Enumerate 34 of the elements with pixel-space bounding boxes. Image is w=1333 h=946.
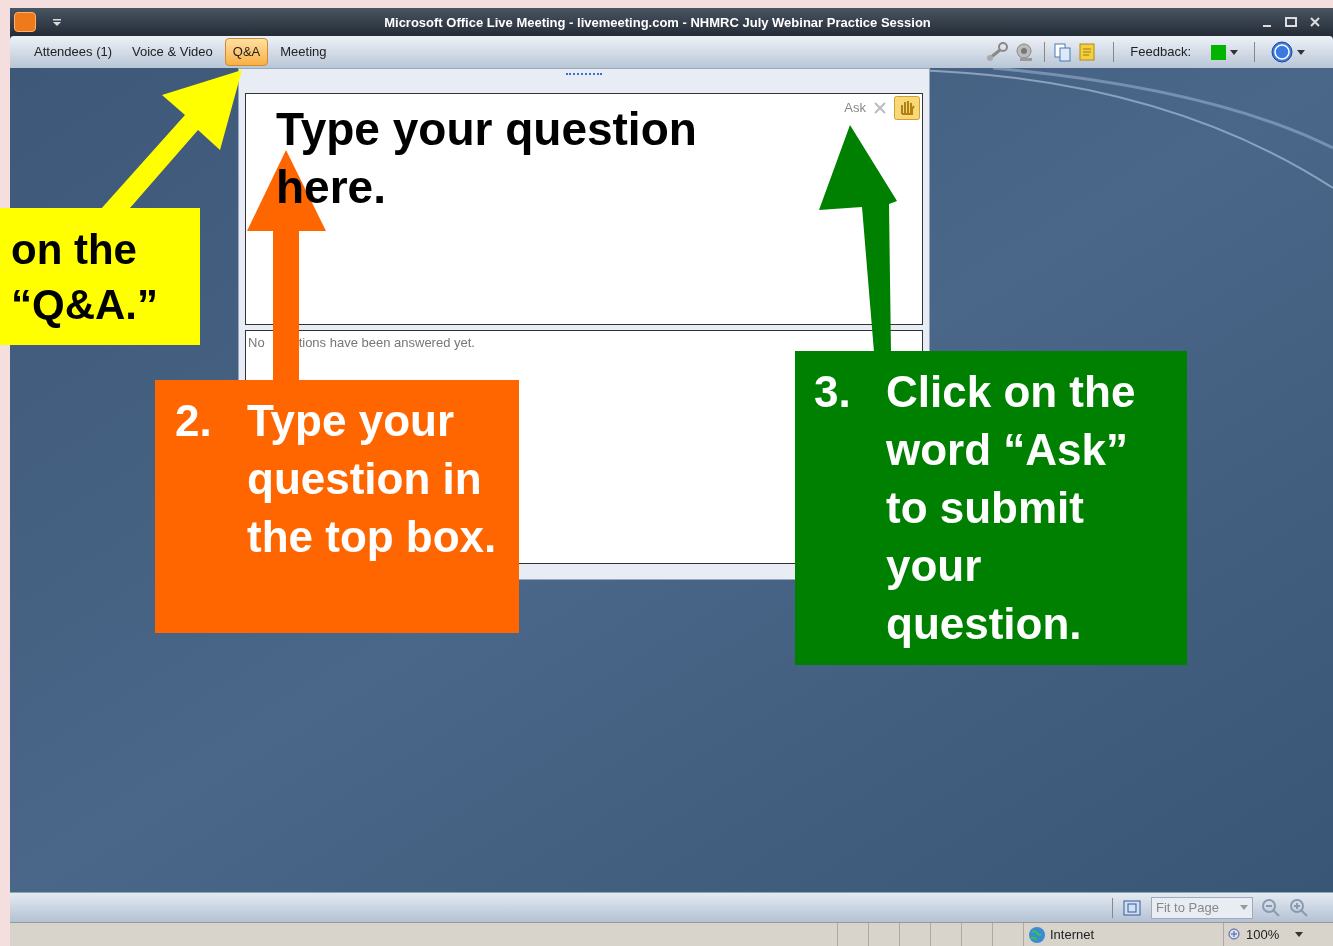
callout-text: Type your question in the top box. (247, 395, 497, 563)
ask-button[interactable]: Ask (844, 98, 866, 118)
maximize-icon[interactable] (1285, 16, 1297, 28)
globe-icon (1028, 925, 1046, 944)
fit-screen-icon[interactable] (1121, 897, 1143, 918)
zoom-level-text: 100% (1246, 925, 1280, 944)
caret-icon (1230, 49, 1238, 55)
zoom-out-icon[interactable] (1261, 897, 1281, 918)
zoom-in-icon[interactable] (1289, 897, 1309, 918)
menu-tab[interactable]: Meeting (272, 38, 335, 66)
feedback-dropdown[interactable] (1211, 44, 1238, 60)
app-logo-icon (14, 12, 36, 32)
callout-text: Click on the word “Ask” to submit your question. (886, 366, 1137, 650)
menu-tab[interactable]: Q&A (224, 38, 269, 66)
documents-icon[interactable] (1053, 42, 1074, 62)
notepad-icon[interactable] (1077, 42, 1098, 62)
callout-text: on the “Q&A.” (11, 225, 159, 330)
quick-access-menu-icon[interactable] (52, 17, 62, 27)
menu-tab[interactable]: Attendees (1) (26, 38, 121, 66)
menu-tab[interactable]: Voice & Video (124, 38, 221, 66)
close-icon[interactable] (1309, 16, 1321, 28)
security-zone-text: Internet (1050, 925, 1095, 944)
step-number: 3. (814, 366, 852, 418)
answers-empty-text: tions have been answered yet. (298, 334, 475, 352)
zoom-icon (1228, 927, 1242, 942)
raise-hand-icon[interactable] (894, 96, 920, 120)
window-title: Microsoft Office Live Meeting - livemeeting.com - NHMRC July Webinar Practice Session (384, 15, 931, 30)
feedback-label: Feedback: (1130, 43, 1191, 62)
microphone-icon[interactable] (984, 42, 1011, 62)
step-number: 2. (175, 395, 213, 447)
caret-icon[interactable] (1295, 932, 1304, 937)
answers-empty-text: No (248, 334, 265, 352)
help-icon[interactable] (1271, 41, 1305, 63)
caret-icon (1240, 905, 1248, 910)
